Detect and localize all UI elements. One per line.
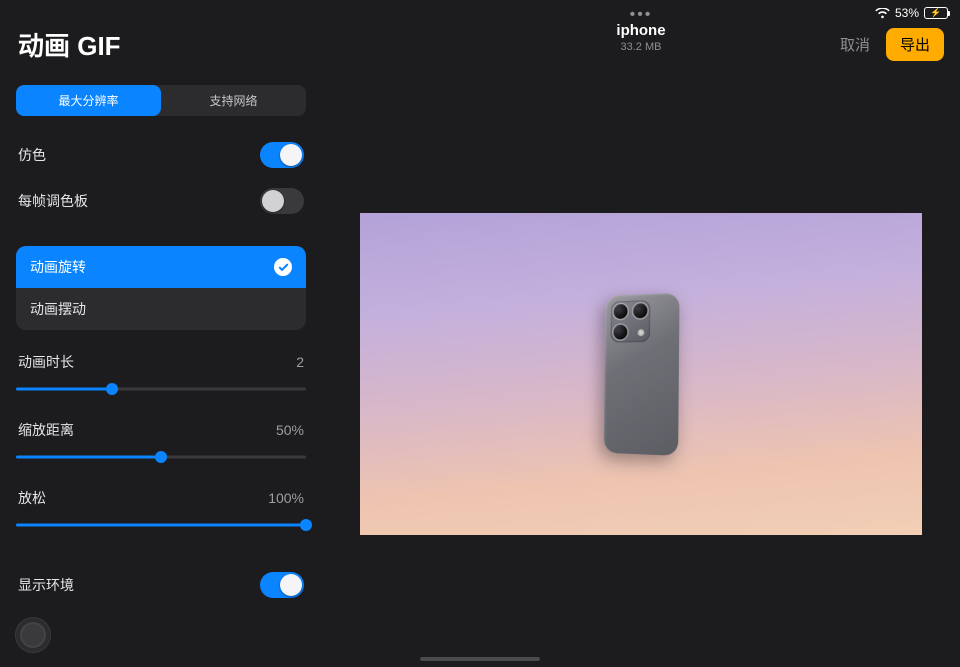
show-environment-row: 显示环境	[16, 562, 306, 608]
seg-web-supported[interactable]: 支持网络	[161, 85, 306, 116]
zoom-slider-block: 缩放距离 50%	[16, 420, 306, 466]
zoom-slider[interactable]	[16, 448, 306, 466]
checkmark-icon	[274, 258, 292, 276]
palette-row: 每帧调色板	[16, 178, 306, 224]
preview-canvas[interactable]	[360, 213, 922, 535]
show-environment-label: 显示环境	[18, 575, 74, 595]
ease-slider-block: 放松 100%	[16, 488, 306, 534]
page-title: 动画 GIF	[18, 26, 306, 63]
animation-type-list: 动画旋转 动画摆动	[16, 246, 306, 330]
main-preview-area: ••• iphone 33.2 MB 取消 导出	[322, 0, 960, 667]
duration-slider-block: 动画时长 2	[16, 352, 306, 398]
resolution-segmented-control[interactable]: 最大分辨率 支持网络	[16, 85, 306, 116]
animation-swing-label: 动画摆动	[30, 299, 86, 319]
zoom-label: 缩放距离	[18, 420, 74, 440]
export-settings-sidebar: 动画 GIF 最大分辨率 支持网络 仿色 每帧调色板 动画旋转 动画摆动 动画时…	[0, 0, 322, 667]
export-button[interactable]: 导出	[886, 28, 944, 61]
environment-color-well[interactable]	[16, 618, 50, 652]
duration-slider[interactable]	[16, 380, 306, 398]
show-environment-toggle[interactable]	[260, 572, 304, 598]
duration-label: 动画时长	[18, 352, 74, 372]
duration-value: 2	[296, 354, 304, 370]
seg-max-resolution[interactable]: 最大分辨率	[16, 85, 161, 116]
palette-toggle[interactable]	[260, 188, 304, 214]
dither-label: 仿色	[18, 145, 46, 165]
model-iphone-icon	[641, 374, 719, 534]
palette-label: 每帧调色板	[18, 191, 88, 211]
ease-value: 100%	[268, 490, 304, 506]
ease-label: 放松	[18, 488, 46, 508]
animation-rotate-option[interactable]: 动画旋转	[16, 246, 306, 288]
dither-toggle[interactable]	[260, 142, 304, 168]
home-indicator[interactable]	[420, 657, 540, 661]
ease-slider[interactable]	[16, 516, 306, 534]
preview-header: iphone 33.2 MB 取消 导出	[322, 0, 960, 53]
animation-rotate-label: 动画旋转	[30, 257, 86, 277]
zoom-value: 50%	[276, 422, 304, 438]
animation-swing-option[interactable]: 动画摆动	[16, 288, 306, 330]
dither-row: 仿色	[16, 132, 306, 178]
cancel-button[interactable]: 取消	[840, 34, 870, 55]
